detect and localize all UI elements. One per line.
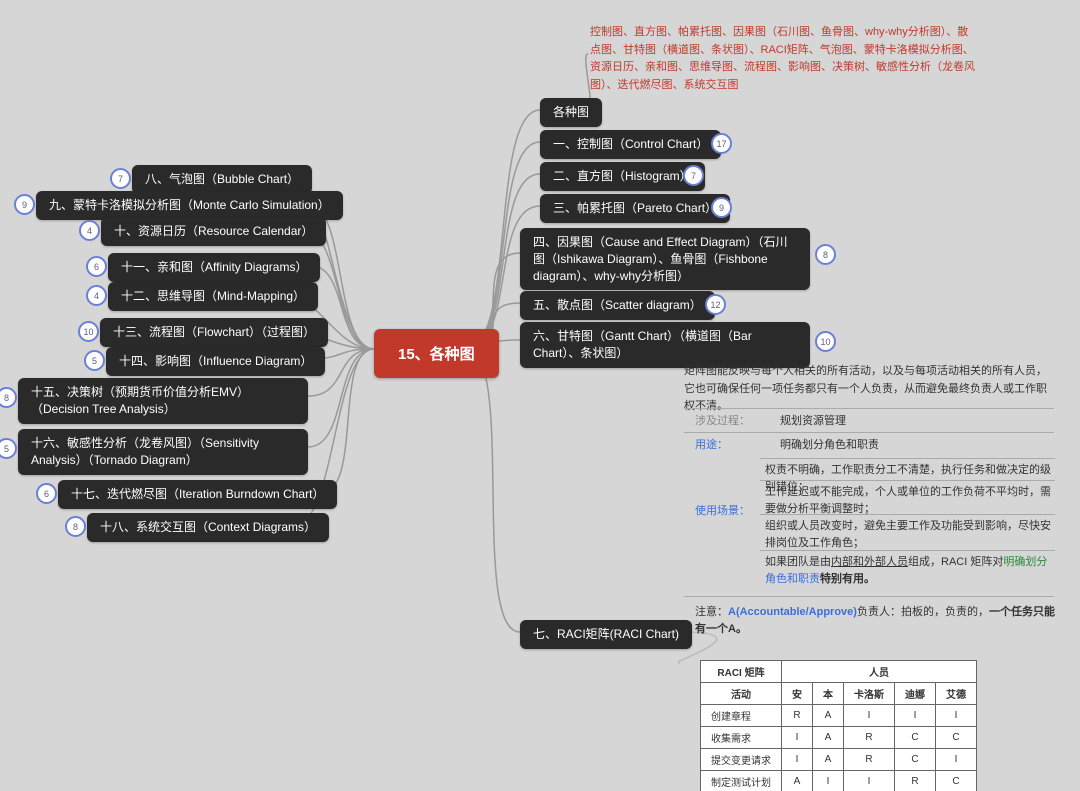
badge: 12 xyxy=(705,294,726,315)
badge: 6 xyxy=(86,256,107,277)
raci-table: RACI 矩阵人员活动安本卡洛斯迪娜艾德创建章程RAIII收集需求IARCC提交… xyxy=(700,660,977,791)
badge: 5 xyxy=(84,350,105,371)
scenario-label: 使用场景： xyxy=(695,502,750,518)
right-node-4[interactable]: 四、因果图（Cause and Effect Diagram）（石川图（Ishi… xyxy=(520,228,810,290)
badge: 4 xyxy=(86,285,107,306)
badge: 9 xyxy=(14,194,35,215)
badge: 7 xyxy=(683,165,704,186)
right-node-7[interactable]: 七、RACI矩阵(RACI Chart) xyxy=(520,620,692,649)
detail-label: 用途： xyxy=(695,436,728,452)
left-node-8[interactable]: 十六、敏感性分析（龙卷风图）（Sensitivity Analysis）（Tor… xyxy=(18,429,308,475)
left-node-2[interactable]: 十、资源日历（Resource Calendar） xyxy=(101,217,326,246)
scenario-item-rich: 如果团队是由内部和外部人员组成，RACI 矩阵对明确划分角色和职责特别有用。 xyxy=(765,554,1055,587)
badge: 10 xyxy=(815,331,836,352)
badge: 6 xyxy=(36,483,57,504)
scenario-item: 工作延迟或不能完成，个人或单位的工作负荷不平均时，需要做分析平衡调整时； xyxy=(765,484,1055,517)
badge: 4 xyxy=(79,220,100,241)
badge: 9 xyxy=(711,197,732,218)
badge: 17 xyxy=(711,133,732,154)
left-node-4[interactable]: 十二、思维导图（Mind-Mapping） xyxy=(108,282,318,311)
detail-value: 规划资源管理 xyxy=(780,412,846,428)
right-node-0[interactable]: 各种图 xyxy=(540,98,602,127)
left-node-1[interactable]: 九、蒙特卡洛模拟分析图（Monte Carlo Simulation） xyxy=(36,191,343,220)
left-node-0[interactable]: 八、气泡图（Bubble Chart） xyxy=(132,165,312,194)
detail-value: 明确划分角色和职责 xyxy=(780,436,879,452)
chart-types-summary: 控制图、直方图、帕累托图、因果图（石川图、鱼骨图、why-why分析图）、散点图… xyxy=(590,24,975,94)
right-node-6[interactable]: 六、甘特图（Gantt Chart）（横道图（Bar Chart）、条状图） xyxy=(520,322,810,368)
badge: 7 xyxy=(110,168,131,189)
left-node-5[interactable]: 十三、流程图（Flowchart）（过程图） xyxy=(100,318,328,347)
right-node-3[interactable]: 三、帕累托图（Pareto Chart） xyxy=(540,194,730,223)
left-node-7[interactable]: 十五、决策树（预期货币价值分析EMV）（Decision Tree Analys… xyxy=(18,378,308,424)
left-node-6[interactable]: 十四、影响图（Influence Diagram） xyxy=(106,347,325,376)
mindmap-root[interactable]: 15、各种图 xyxy=(374,329,499,378)
left-node-9[interactable]: 十七、迭代燃尽图（Iteration Burndown Chart） xyxy=(58,480,337,509)
scenario-item: 组织或人员改变时，避免主要工作及功能受到影响，尽快安排岗位及工作角色； xyxy=(765,518,1055,551)
badge: 10 xyxy=(78,321,99,342)
left-node-3[interactable]: 十一、亲和图（Affinity Diagrams） xyxy=(108,253,320,282)
right-node-5[interactable]: 五、散点图（Scatter diagram） xyxy=(520,291,715,320)
raci-note: 注意：A(Accountable/Approve)负责人：拍板的，负责的，一个任… xyxy=(695,604,1055,637)
right-node-1[interactable]: 一、控制图（Control Chart） xyxy=(540,130,721,159)
badge: 8 xyxy=(65,516,86,537)
badge: 5 xyxy=(0,438,17,459)
left-node-10[interactable]: 十八、系统交互图（Context Diagrams） xyxy=(87,513,329,542)
badge: 8 xyxy=(0,387,17,408)
detail-label: 涉及过程： xyxy=(695,412,750,428)
badge: 8 xyxy=(815,244,836,265)
right-node-2[interactable]: 二、直方图（Histogram） xyxy=(540,162,705,191)
